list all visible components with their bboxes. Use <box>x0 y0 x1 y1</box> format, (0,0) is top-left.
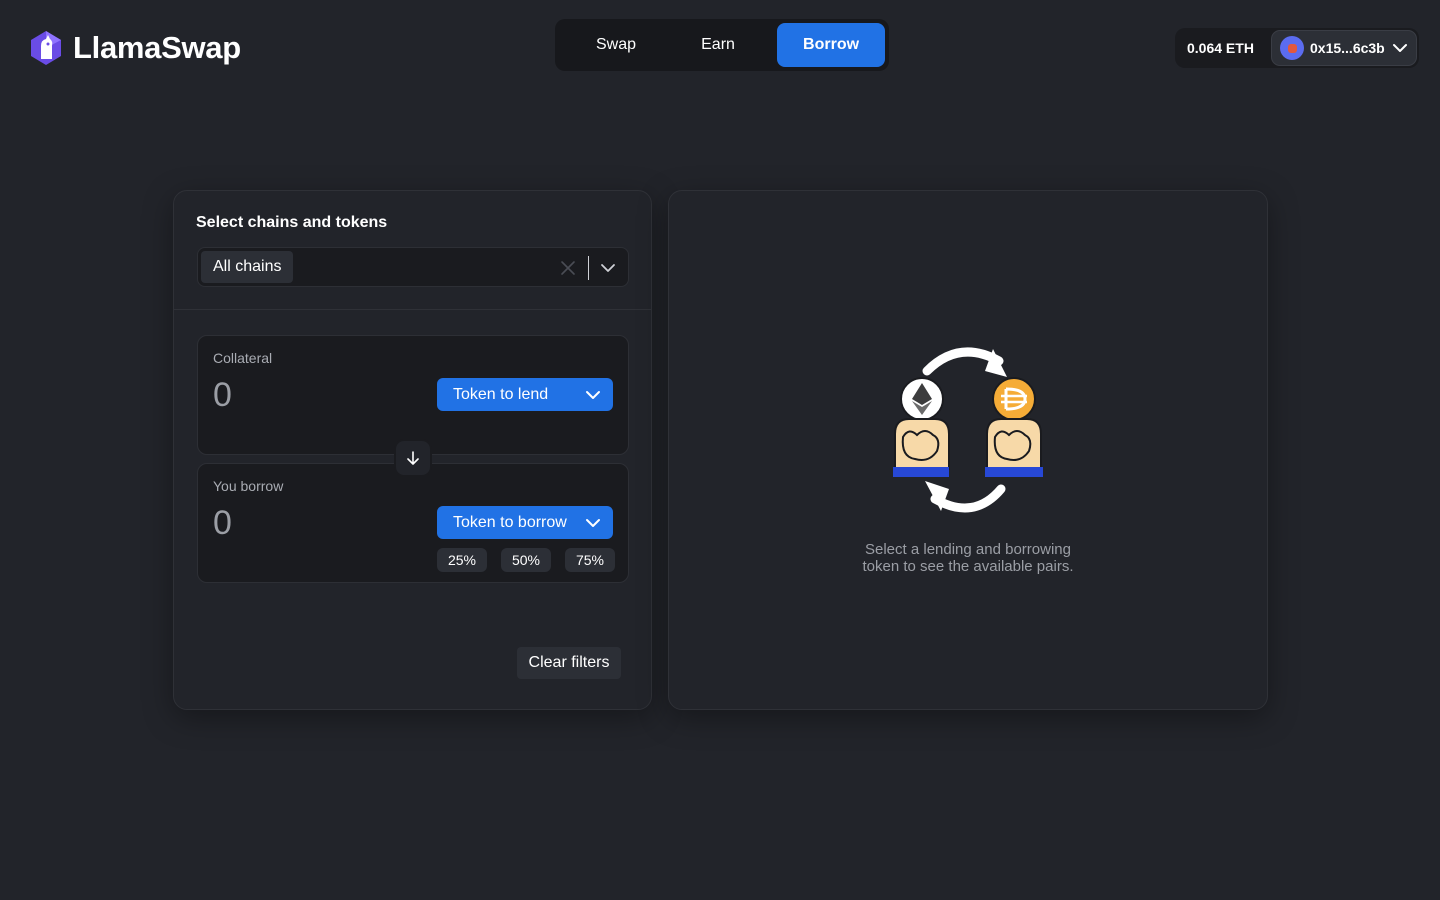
eth-balance: 0.064 ETH <box>1187 40 1254 56</box>
select-divider <box>588 256 589 280</box>
chevron-down-icon <box>586 390 600 399</box>
empty-state-line-2: token to see the available pairs. <box>862 558 1074 575</box>
collateral-amount-input[interactable]: 0 <box>213 376 232 415</box>
empty-state-message: Select a lending and borrowing token to … <box>669 541 1267 575</box>
wallet-widget: 0.064 ETH 0x15...6c3b <box>1175 28 1419 68</box>
arrow-down-icon <box>407 451 419 465</box>
token-to-lend-button[interactable]: Token to lend <box>437 378 613 411</box>
llamas-exchange-tokens-illustration <box>893 347 1043 513</box>
borrow-label: You borrow <box>213 478 284 494</box>
borrow-amount-input[interactable]: 0 <box>213 504 232 543</box>
chain-select[interactable]: All chains <box>197 247 629 287</box>
wallet-address: 0x15...6c3b <box>1310 40 1385 56</box>
tab-swap[interactable]: Swap <box>563 23 669 67</box>
divider <box>174 309 651 310</box>
llama-logo-icon <box>31 31 61 65</box>
collateral-box: Collateral 0 Token to lend <box>197 335 629 455</box>
chain-chip: All chains <box>201 251 294 283</box>
section-title: Select chains and tokens <box>196 214 388 231</box>
main-nav: Swap Earn Borrow <box>555 19 889 71</box>
swap-direction-button[interactable] <box>394 439 432 477</box>
percent-25-button[interactable]: 25% <box>437 548 487 572</box>
percent-75-button[interactable]: 75% <box>565 548 615 572</box>
chevron-down-icon <box>586 518 600 527</box>
close-icon[interactable] <box>560 260 576 276</box>
borrow-box: You borrow 0 Token to borrow 25% 50% 75% <box>197 463 629 583</box>
chevron-down-icon <box>1393 44 1407 52</box>
app-name: LlamaSwap <box>73 30 241 65</box>
logo[interactable]: LlamaSwap <box>27 28 241 68</box>
collateral-label: Collateral <box>213 350 273 366</box>
borrow-filter-panel: Select chains and tokens All chains Coll… <box>173 190 652 710</box>
tab-earn[interactable]: Earn <box>669 23 767 67</box>
token-to-lend-label: Token to lend <box>453 385 549 403</box>
empty-state-line-1: Select a lending and borrowing <box>865 541 1071 558</box>
percent-50-button[interactable]: 50% <box>501 548 551 572</box>
clear-filters-button[interactable]: Clear filters <box>517 647 621 679</box>
pairs-panel: Select a lending and borrowing token to … <box>668 190 1268 710</box>
tab-borrow[interactable]: Borrow <box>777 23 885 67</box>
token-to-borrow-label: Token to borrow <box>453 513 567 531</box>
chevron-down-icon[interactable] <box>600 260 616 276</box>
token-to-borrow-button[interactable]: Token to borrow <box>437 506 613 539</box>
account-button[interactable]: 0x15...6c3b <box>1271 30 1417 66</box>
percent-options: 25% 50% 75% <box>437 548 615 572</box>
wallet-avatar-icon <box>1280 36 1304 60</box>
